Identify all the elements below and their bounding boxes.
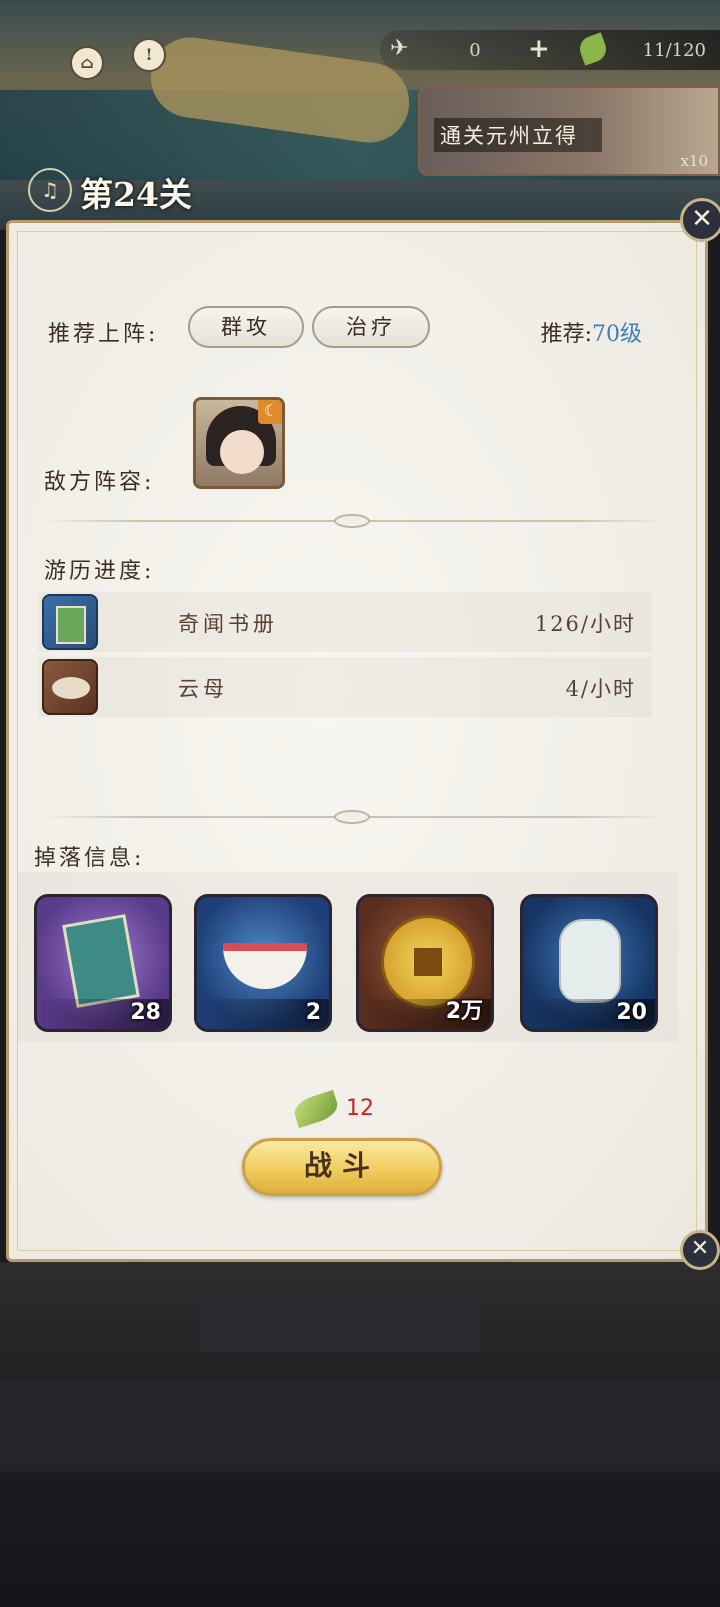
stage-title: 第24关 [80, 175, 192, 214]
recommend-level-value: 70级 [592, 322, 642, 347]
medicine-book-icon [62, 914, 140, 1008]
stamina-cost-value: 12 [346, 1096, 374, 1121]
moon-badge-icon: ☾ [258, 400, 282, 424]
tag-aoe: 群攻 [188, 306, 304, 348]
recommend-level-label: 推荐: [540, 322, 592, 347]
hero-face [220, 430, 264, 474]
lantern-icon[interactable]: ⌂ [70, 46, 104, 80]
stage-emblem-icon: ♫ [28, 168, 72, 212]
enemy-hero-avatar[interactable]: ☾ [193, 397, 285, 489]
mica-icon [42, 659, 98, 715]
progress-item: 云母 4/小时 [38, 657, 652, 717]
progress-item-name: 云母 [178, 677, 228, 701]
alert-icon[interactable]: ! [132, 38, 166, 72]
enemy-label: 敌方阵容: [44, 470, 155, 495]
reward-multiplier: x10 [680, 152, 708, 170]
paper-crane-icon: ✈ [390, 36, 409, 61]
reward-banner-text: 通关元州立得 [434, 118, 602, 152]
progress-item: 奇闻书册 126/小时 [38, 592, 652, 652]
silhouette-block [0, 1382, 720, 1472]
crane-count: 0 [469, 40, 481, 61]
section-divider [44, 810, 666, 824]
book-icon [42, 594, 98, 650]
progress-label: 游历进度: [44, 559, 155, 584]
drop-qty: 2 [305, 1000, 321, 1025]
divider-knot [334, 514, 370, 528]
recommend-label: 推荐上阵: [48, 322, 159, 347]
resource-hud: ✈ 0 + 11/120 [380, 30, 720, 72]
drop-qty: 28 [130, 1000, 161, 1025]
divider-knot [334, 810, 370, 824]
progress-item-rate: 4/小时 [565, 677, 636, 701]
drop-qty: 2万 [445, 999, 483, 1024]
wine-jar-icon [559, 919, 621, 1003]
bowl-icon [223, 943, 307, 989]
add-button[interactable]: + [528, 34, 550, 64]
progress-item-name: 奇闻书册 [178, 612, 278, 636]
clear-reward-banner[interactable]: 通关元州立得 x10 [418, 86, 720, 176]
bottom-background [0, 1262, 720, 1607]
recommend-level: 推荐:70级 [541, 316, 642, 348]
section-divider [44, 514, 666, 528]
drop-item[interactable]: 28 [34, 894, 172, 1032]
tag-heal: 治疗 [312, 306, 430, 348]
drop-item[interactable]: 20 [520, 894, 658, 1032]
silhouette-block [200, 1292, 480, 1352]
drop-item[interactable]: 2万 [356, 894, 494, 1032]
drop-qty: 20 [616, 1000, 647, 1025]
progress-item-rate: 126/小时 [534, 612, 636, 636]
corner-ornament-icon: ✕ [680, 1230, 720, 1270]
drops-label: 掉落信息: [34, 846, 145, 871]
close-button[interactable]: ✕ [680, 198, 720, 242]
fight-button[interactable]: 战斗 [242, 1138, 442, 1196]
stamina-value: 11/120 [642, 40, 706, 61]
drop-item[interactable]: 2 [194, 894, 332, 1032]
